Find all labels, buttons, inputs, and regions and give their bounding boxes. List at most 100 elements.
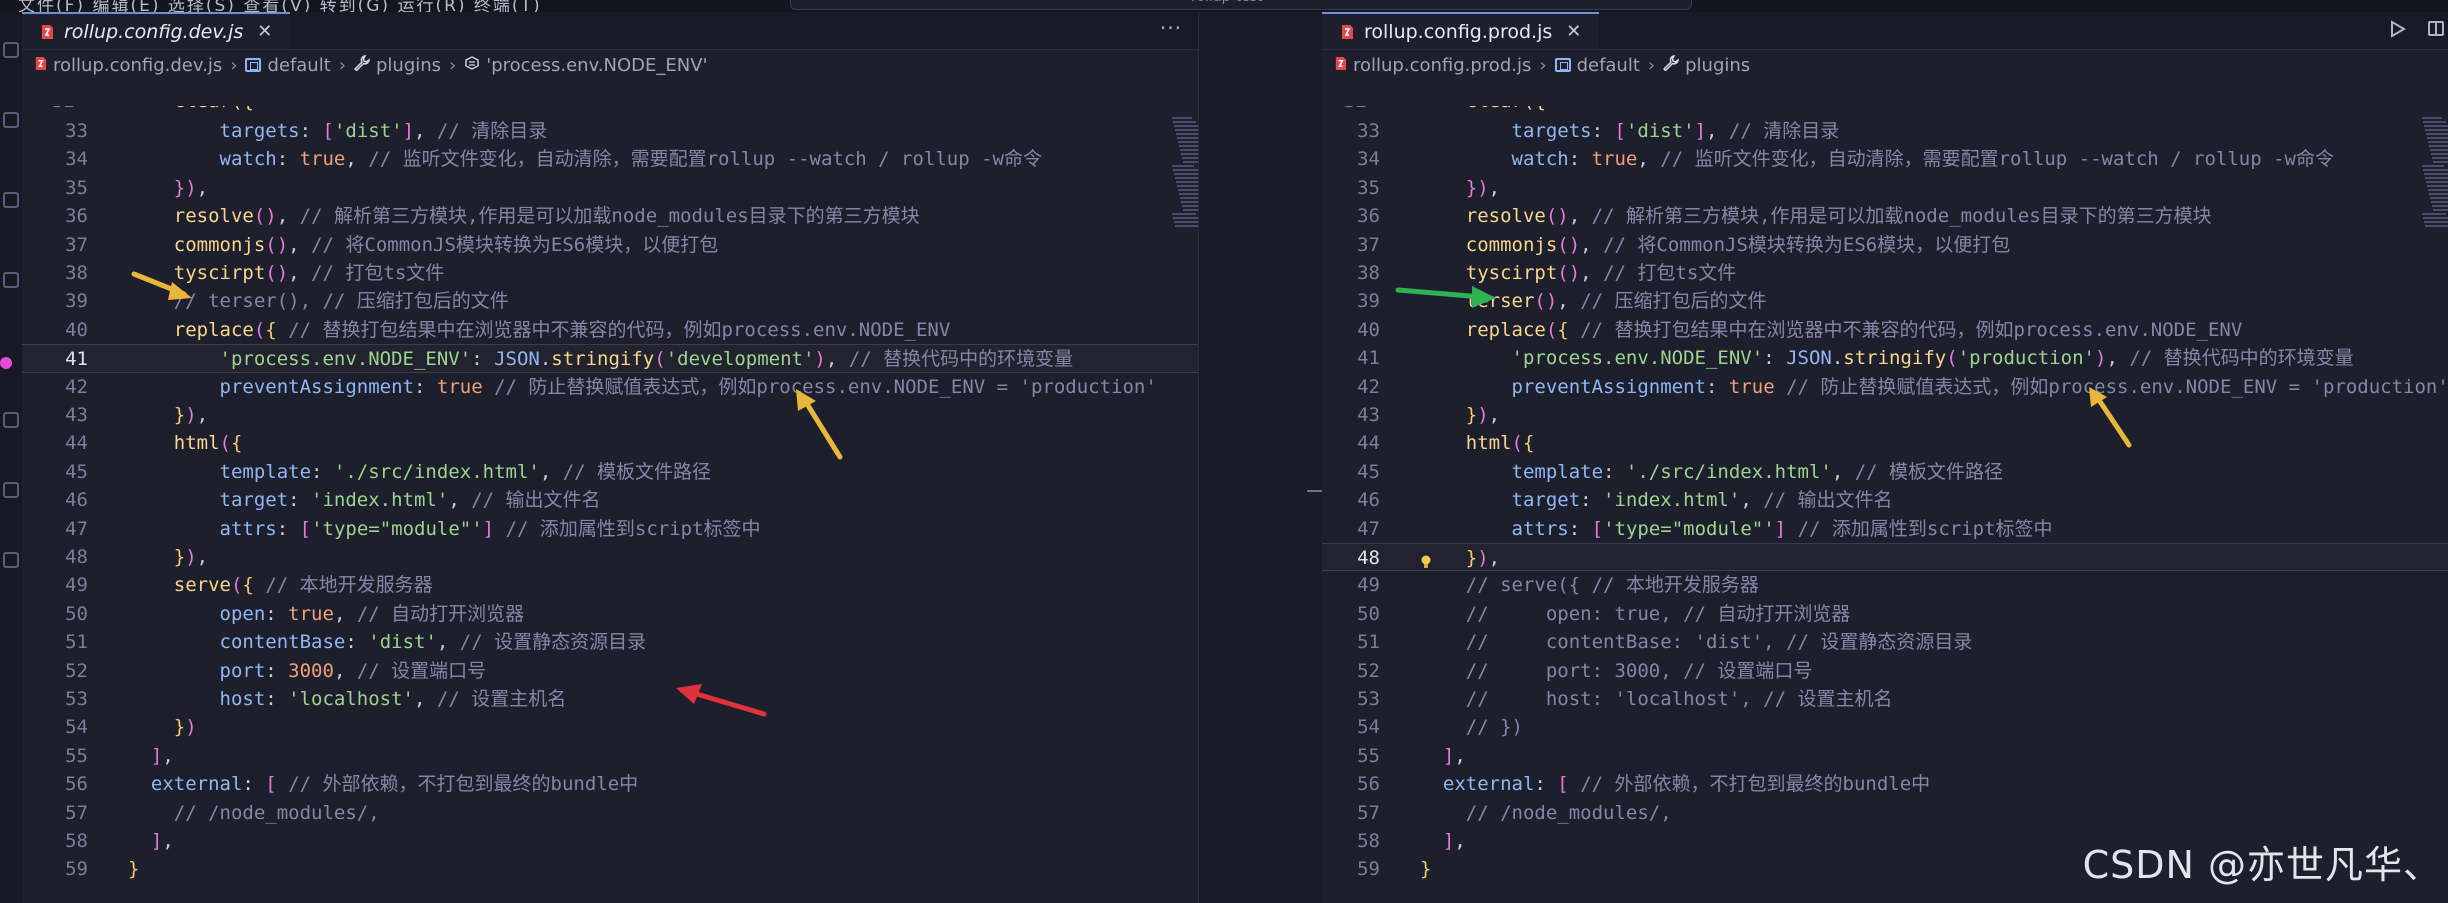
run-debug-icon[interactable]	[3, 272, 19, 288]
code-line[interactable]: 48 }),	[1322, 543, 2448, 572]
code-line[interactable]: 40 replace({ // 替换打包结果中在浏览器中不兼容的代码，例如pro…	[22, 316, 1198, 344]
run-icon[interactable]	[2390, 20, 2406, 42]
code-line[interactable]: 52 port: 3000, // 设置端口号	[22, 657, 1198, 685]
code-line[interactable]: 54 })	[22, 713, 1198, 741]
code-line[interactable]: 58 ],	[22, 827, 1198, 855]
code-token: {	[1522, 432, 1535, 455]
scrolled-line-fragment: clear({ 32	[1322, 106, 2448, 117]
code-line[interactable]: 33 targets: ['dist'], // 清除目录	[22, 117, 1198, 145]
code-line[interactable]: 53 // host: 'localhost', // 设置主机名	[1322, 685, 2448, 713]
code-line[interactable]: 59}	[22, 855, 1198, 883]
code-line[interactable]: 47 attrs: ['type="module"'] // 添加属性到scri…	[22, 515, 1198, 543]
code-line[interactable]: 36 resolve(), // 解析第三方模块,作用是可以加载node_mod…	[1322, 202, 2448, 230]
code-line[interactable]: 43 }),	[1322, 401, 2448, 429]
code-line[interactable]: 51 contentBase: 'dist', // 设置静态资源目录	[22, 628, 1198, 656]
code-line[interactable]: 46 target: 'index.html', // 输出文件名	[1322, 486, 2448, 514]
code-line[interactable]: 35 }),	[22, 174, 1198, 202]
code-line[interactable]: 43 }),	[22, 401, 1198, 429]
code-line[interactable]: 36 resolve(), // 解析第三方模块,作用是可以加载node_mod…	[22, 202, 1198, 230]
code-line[interactable]: 34 watch: true, // 监听文件变化，自动清除，需要配置rollu…	[1322, 145, 2448, 173]
tab-rollup-config-dev[interactable]: rollup.config.dev.js ✕	[22, 12, 291, 49]
code-line[interactable]: 49 // serve({ // 本地开发服务器	[1322, 571, 2448, 599]
close-icon[interactable]: ✕	[1566, 21, 1581, 42]
code-line[interactable]: 53 host: 'localhost', // 设置主机名	[22, 685, 1198, 713]
minimap-line	[2430, 197, 2448, 199]
code-line[interactable]: 50 open: true, // 自动打开浏览器	[22, 600, 1198, 628]
code-line[interactable]: 56 external: [ // 外部依赖，不打包到最终的bundle中	[22, 770, 1198, 798]
explorer-icon[interactable]	[3, 42, 19, 58]
search-icon[interactable]	[3, 112, 19, 128]
line-number: 58	[65, 830, 88, 852]
code-line[interactable]: 46 target: 'index.html', // 输出文件名	[22, 486, 1198, 514]
line-number: 51	[65, 631, 88, 654]
breadcrumb-item[interactable]: rollup.config.prod.js	[1334, 55, 1531, 76]
code-line[interactable]: 54 // })	[1322, 713, 2448, 741]
code-token: )	[185, 546, 197, 568]
code-line[interactable]: 45 template: './src/index.html', // 模板文件…	[22, 458, 1198, 486]
code-line[interactable]: 34 watch: true, // 监听文件变化，自动清除，需要配置rollu…	[22, 145, 1198, 173]
line-number: 53	[1357, 688, 1380, 710]
code-line[interactable]: 50 // open: true, // 自动打开浏览器	[1322, 600, 2448, 628]
code-line[interactable]: 39 // terser(), // 压缩打包后的文件	[22, 287, 1198, 315]
menu-bar[interactable]: 文件(F) 编辑(E) 选择(S) 查看(V) 转到(G) 运行(R) 终端(T…	[18, 0, 542, 12]
code-token: 'production'	[1957, 347, 2095, 370]
remote-icon[interactable]	[3, 482, 19, 498]
split-gutter[interactable]	[1198, 12, 1323, 903]
code-token: true	[1591, 148, 1638, 171]
code-token: ()	[253, 205, 277, 228]
breadcrumb-item[interactable]: 'process.env.NODE_ENV'	[464, 55, 708, 76]
code-line[interactable]: 57 // /node_modules/,	[22, 799, 1198, 827]
code-line[interactable]: 56 external: [ // 外部依赖，不打包到最终的bundle中	[1322, 770, 2448, 798]
tab-rollup-config-prod[interactable]: rollup.config.prod.js ✕	[1322, 12, 1600, 49]
code-line[interactable]: 55 ],	[22, 742, 1198, 770]
code-line[interactable]: 52 // port: 3000, // 设置端口号	[1322, 657, 2448, 685]
minimap[interactable]	[2422, 117, 2448, 237]
breadcrumb-item[interactable]: default	[1554, 55, 1640, 76]
string-icon	[464, 55, 480, 76]
code-line[interactable]: 41 'process.env.NODE_ENV': JSON.stringif…	[22, 344, 1198, 373]
code-line[interactable]: 41 'process.env.NODE_ENV': JSON.stringif…	[1322, 344, 2448, 372]
split-editor-icon[interactable]	[2428, 21, 2444, 36]
code-line[interactable]: 37 commonjs(), // 将CommonJS模块转换为ES6模块，以便…	[1322, 231, 2448, 259]
code-token: .	[1831, 347, 1844, 370]
code-line[interactable]: 35 }),	[1322, 174, 2448, 202]
code-line[interactable]: 51 // contentBase: 'dist', // 设置静态资源目录	[1322, 628, 2448, 656]
code-line[interactable]: 47 attrs: ['type="module"'] // 添加属性到scri…	[1322, 515, 2448, 543]
code-line[interactable]: 38 tyscirpt(), // 打包ts文件	[22, 259, 1198, 287]
extensions-icon[interactable]	[3, 412, 19, 428]
code-line[interactable]: 33 targets: ['dist'], // 清除目录	[1322, 117, 2448, 145]
code-line[interactable]: 49 serve({ // 本地开发服务器	[22, 571, 1198, 599]
code-token: preventAssignment	[219, 375, 414, 398]
code-line[interactable]: 57 // /node_modules/,	[1322, 799, 2448, 827]
code-line[interactable]: 44 html({	[1322, 429, 2448, 457]
code-token: watch	[219, 148, 277, 171]
code-line[interactable]: 42 preventAssignment: true // 防止替换赋值表达式，…	[1322, 373, 2448, 401]
command-center[interactable]: rollup-test	[790, 0, 1692, 10]
code-line[interactable]: 42 preventAssignment: true // 防止替换赋值表达式，…	[22, 373, 1198, 401]
code-line[interactable]: 37 commonjs(), // 将CommonJS模块转换为ES6模块，以便…	[22, 231, 1198, 259]
breadcrumb-item[interactable]: rollup.config.dev.js	[34, 55, 222, 76]
breadcrumb-item[interactable]: plugins	[1663, 55, 1750, 76]
testing-icon[interactable]	[3, 552, 19, 568]
code-text: contentBase: 'dist', // 设置静态资源目录	[128, 628, 647, 656]
close-icon[interactable]: ✕	[257, 21, 272, 42]
minimap[interactable]	[1172, 117, 1198, 237]
code-line[interactable]: 40 replace({ // 替换打包结果中在浏览器中不兼容的代码，例如pro…	[1322, 316, 2448, 344]
breadcrumb-item[interactable]: default	[245, 55, 331, 76]
source-control-icon[interactable]	[3, 192, 19, 208]
minimap-line	[1174, 221, 1198, 223]
more-actions-icon[interactable]: ···	[1160, 16, 1182, 40]
breadcrumb-item[interactable]: plugins	[353, 55, 441, 76]
tab-bar: rollup.config.prod.js ✕	[1322, 12, 2448, 50]
code-text: // })	[1420, 713, 1523, 741]
code-line[interactable]: 48 }),	[22, 543, 1198, 571]
code-line[interactable]: 55 ],	[1322, 742, 2448, 770]
code-line[interactable]: 44 html({	[22, 429, 1198, 457]
code-line[interactable]: 45 template: './src/index.html', // 模板文件…	[1322, 458, 2448, 486]
lightbulb-icon[interactable]	[1420, 555, 1432, 569]
